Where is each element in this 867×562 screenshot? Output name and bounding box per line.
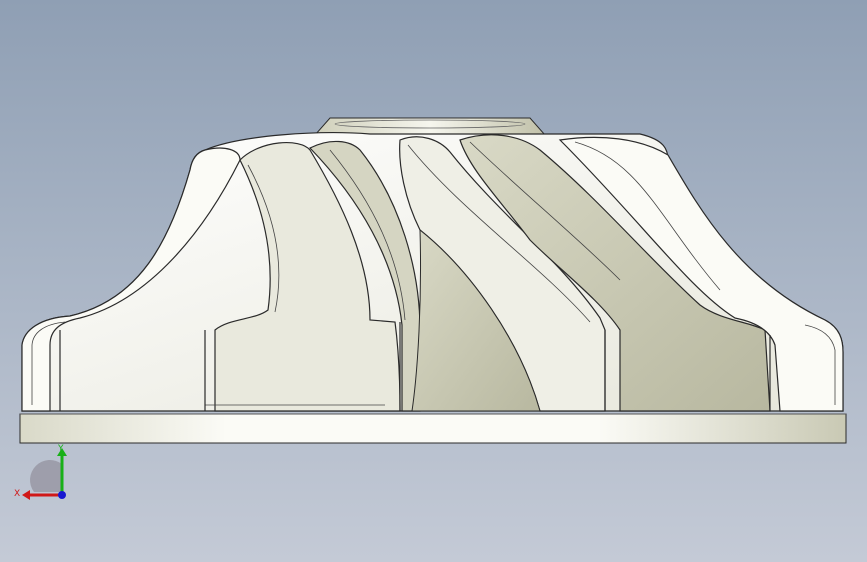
triad-plane [29,460,62,492]
coordinate-triad: X Y [14,444,67,500]
cad-viewport[interactable]: X Y [0,0,867,562]
y-axis-label: Y [57,444,64,454]
z-axis [58,491,66,499]
impeller-model[interactable] [0,0,867,562]
base-disk [19,413,847,444]
x-axis-label: X [14,489,20,499]
